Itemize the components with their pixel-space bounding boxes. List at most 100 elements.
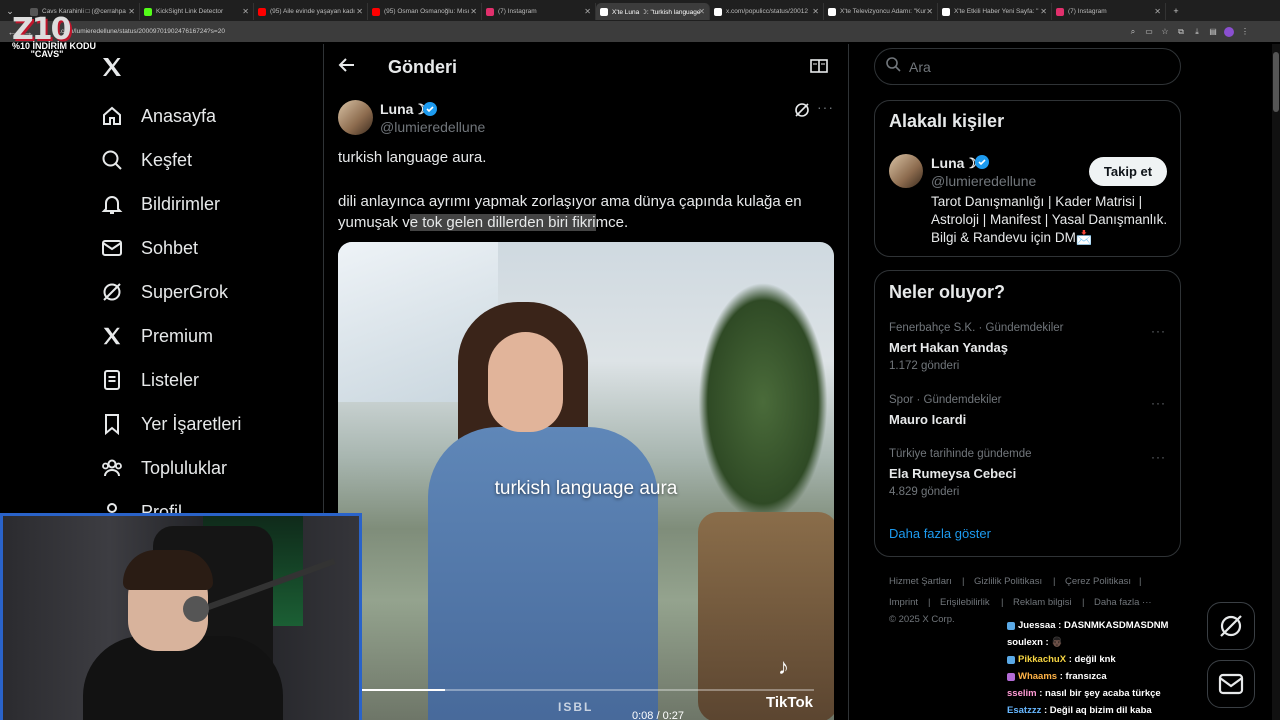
nav-item-mail[interactable]: Sohbet <box>100 228 310 268</box>
nav-item-bell[interactable]: Bildirimler <box>100 184 310 224</box>
grok-fab-button[interactable] <box>1207 602 1255 650</box>
trend-name[interactable]: Mauro Icardi <box>889 412 966 427</box>
scrollbar-thumb[interactable] <box>1273 52 1279 112</box>
page-title: Gönderi <box>388 56 458 77</box>
tab-close-icon[interactable]: ✕ <box>1154 7 1161 16</box>
browser-tab[interactable]: X'te Televizyoncu Adamı: "Kur ✕ <box>824 3 938 20</box>
tab-close-icon[interactable]: ✕ <box>926 7 933 16</box>
footer-link[interactable]: Imprint <box>889 597 918 608</box>
chat-text: DASNMKASDMASDNM <box>1063 620 1169 631</box>
cast-icon[interactable]: ▭ <box>1144 27 1154 37</box>
tab-close-icon[interactable]: ✕ <box>242 7 249 16</box>
search-input[interactable] <box>909 58 1149 75</box>
page-scrollbar[interactable] <box>1272 44 1280 720</box>
chat-message: sselim : nasıl bir şey acaba türkçe <box>1007 688 1161 699</box>
nav-item-grok[interactable]: SuperGrok <box>100 272 310 312</box>
trend-context: Türkiye tarihinde gündemde <box>889 448 1032 460</box>
trend-more-icon[interactable]: ··· <box>1151 450 1166 464</box>
x-logo-icon[interactable] <box>100 55 124 86</box>
footer-separator: | <box>1139 576 1142 587</box>
tab-favicon-icon <box>600 7 608 16</box>
tab-close-icon[interactable]: ✕ <box>1040 7 1047 16</box>
trend-name[interactable]: Mert Hakan Yandaş <box>889 340 1008 355</box>
chat-message: soulexn : 👨🏿 <box>1007 637 1063 648</box>
webcam-microphone <box>183 596 209 622</box>
video-caption: turkish language aura <box>494 478 678 499</box>
nav-item-bookmark[interactable]: Yer İşaretleri <box>100 404 310 444</box>
footer-link[interactable]: Çerez Politikası <box>1065 576 1131 587</box>
tab-close-icon[interactable]: ✕ <box>356 7 363 16</box>
video-person-face <box>488 332 563 432</box>
related-bio: Tarot Danışmanlığı | Kader Matrisi | Ast… <box>931 194 1168 245</box>
back-arrow-icon[interactable] <box>338 56 358 79</box>
tab-title: (95) Aile evinde yaşayan kadı <box>270 8 355 15</box>
chat-message: PikkachuX : değil knk <box>1007 654 1116 665</box>
zoom-icon[interactable]: ⌕ <box>1128 27 1138 37</box>
browser-tab[interactable]: (7) Instagram ✕ <box>1052 3 1166 20</box>
footer-link[interactable]: Hizmet Şartları <box>889 576 952 587</box>
trend-count: 1.172 gönderi <box>889 360 960 372</box>
browser-tab[interactable]: (95) Aile evinde yaşayan kadı ✕ <box>254 3 368 20</box>
related-name[interactable]: Luna☽ <box>931 155 977 172</box>
footer-link[interactable]: Daha fazla ··· <box>1094 597 1152 608</box>
browser-tab[interactable]: (95) Osman Osmanoğlu: Mısı ✕ <box>368 3 482 20</box>
author-avatar[interactable] <box>338 100 373 135</box>
chat-badge-icon <box>1007 672 1015 681</box>
show-more-link[interactable]: Daha fazla göster <box>889 526 991 541</box>
browser-tab[interactable]: KickSight Link Detector ✕ <box>140 3 254 20</box>
profile-avatar-icon[interactable] <box>1224 26 1234 37</box>
nav-item-x[interactable]: Premium <box>100 316 310 356</box>
nav-item-home[interactable]: Anasayfa <box>100 96 310 136</box>
reader-mode-icon[interactable] <box>810 58 828 79</box>
new-tab-icon[interactable]: + <box>1170 5 1182 17</box>
webcam-overlay <box>0 513 362 720</box>
star-icon[interactable]: ☆ <box>1160 27 1170 37</box>
browser-tab[interactable]: x.com/populicc/status/20012 ✕ <box>710 3 824 20</box>
download-icon[interactable]: ⤓ <box>1192 27 1202 37</box>
browser-tab[interactable]: X'te Luna ☽: "turkish language ✕ <box>596 3 710 20</box>
related-handle[interactable]: @lumieredellune <box>931 173 1036 189</box>
grok-icon[interactable] <box>794 102 810 123</box>
search-box[interactable] <box>874 48 1181 85</box>
related-avatar[interactable] <box>889 154 923 188</box>
tab-close-icon[interactable]: ✕ <box>128 7 135 16</box>
tab-close-icon[interactable]: ✕ <box>698 7 705 16</box>
tab-favicon-icon <box>714 7 722 16</box>
chat-username: sselim <box>1007 688 1037 699</box>
author-handle[interactable]: @lumieredellune <box>380 119 485 135</box>
chat-separator: : <box>1066 654 1075 665</box>
extension-icon[interactable]: ⧉ <box>1176 27 1186 37</box>
browser-tab[interactable]: X'te Etkili Haber Yeni Sayfa: " ✕ <box>938 3 1052 20</box>
more-options-icon[interactable]: ··· <box>817 99 834 115</box>
trend-name[interactable]: Ela Rumeysa Cebeci <box>889 466 1016 481</box>
follow-button[interactable]: Takip et <box>1089 157 1167 186</box>
tab-close-icon[interactable]: ✕ <box>470 7 477 16</box>
footer-link[interactable]: Erişilebilirlik <box>940 597 990 608</box>
tab-close-icon[interactable]: ✕ <box>584 7 591 16</box>
footer-separator: | <box>1001 597 1004 608</box>
nav-item-communities[interactable]: Topluluklar <box>100 448 310 488</box>
messages-fab-button[interactable] <box>1207 660 1255 708</box>
footer-link[interactable]: Gizlilik Politikası <box>974 576 1042 587</box>
chat-text: nasıl bir şey acaba türkçe <box>1045 688 1161 699</box>
nav-item-search[interactable]: Keşfet <box>100 140 310 180</box>
chat-text: 👨🏿 <box>1051 637 1064 648</box>
browser-tab[interactable]: (7) Instagram ✕ <box>482 3 596 20</box>
footer-link[interactable]: Reklam bilgisi <box>1013 597 1072 608</box>
footer-separator: | <box>928 597 931 608</box>
trend-more-icon[interactable]: ··· <box>1151 396 1166 410</box>
tab-close-icon[interactable]: ✕ <box>812 7 819 16</box>
menu-icon[interactable]: ⋮ <box>1240 27 1250 37</box>
sidebar-icon[interactable]: ▤ <box>1208 27 1218 37</box>
nav-item-label: Sohbet <box>141 237 199 258</box>
nav-item-label: SuperGrok <box>141 281 229 302</box>
video-progress-bar[interactable] <box>358 689 814 691</box>
nav-item-list[interactable]: Listeler <box>100 360 310 400</box>
chat-message: Juessaa : DASNMKASDMASDNM <box>1007 620 1168 631</box>
selected-text: e tok gelen dillerden biri fikri <box>409 214 596 231</box>
chat-badge-icon <box>1007 655 1015 664</box>
author-name[interactable]: Luna☽ <box>380 101 426 118</box>
webcam-person-hair <box>123 550 213 590</box>
trend-more-icon[interactable]: ··· <box>1151 324 1166 338</box>
post-video[interactable]: turkish language aura ISBL ♪ TikTok 0:08… <box>338 242 834 720</box>
